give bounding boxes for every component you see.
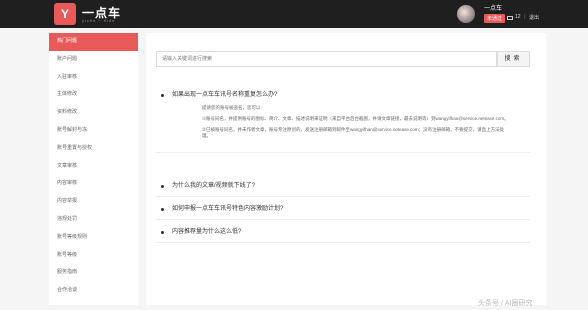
sidebar-item-account[interactable]: 账户问题 (49, 51, 138, 69)
sidebar-item-hot-questions[interactable]: 热门问题 (49, 33, 138, 51)
answer-paragraph: 提请您的账号被盗名，您可以: (202, 105, 262, 110)
mail-icon[interactable] (507, 16, 513, 20)
faq-question[interactable]: 如果出现一点车车讯号名称重复怎么办? (156, 85, 530, 105)
user-avatar[interactable] (457, 5, 475, 23)
sidebar-item-content-review[interactable]: 内容审核 (49, 175, 138, 193)
top-navigation-bar: Y 一点车 yiche ~ 4ide 一点车 未通过 12 | 退出 (0, 0, 588, 28)
sidebar-item-onboarding-review[interactable]: 入驻审核 (49, 69, 138, 87)
faq-item: 如果出现一点车车讯号名称重复怎么办? 提请您的账号被盗名，您可以: ①账号同名，… (156, 85, 530, 154)
sidebar-item-account-unban[interactable]: 账号解封与冻 (49, 122, 138, 140)
user-name[interactable]: 一点车 (484, 3, 502, 12)
faq-item: 内容推荐量为什么这么低? (156, 222, 530, 243)
search-input[interactable] (156, 51, 497, 67)
sidebar-item-account-reset[interactable]: 账号重置与授权 (49, 140, 138, 158)
logo-icon[interactable]: Y (54, 3, 76, 25)
sidebar-item-entity-change[interactable]: 主体修改 (49, 86, 138, 104)
header-separator: | (524, 14, 526, 20)
sidebar-item-cooperation[interactable]: 合作洽谈 (49, 282, 138, 300)
sidebar-item-content-report[interactable]: 内容举报 (49, 193, 138, 211)
faq-question[interactable]: 如何申报一点车车讯号特色内容激励计划? (156, 199, 530, 219)
brand-tagline: yiche ~ 4ide (82, 18, 116, 23)
sidebar-item-profile-change[interactable]: 资料修改 (49, 104, 138, 122)
logout-link[interactable]: 退出 (529, 14, 539, 21)
answer-paragraph: ①账号同名，并提供账号的图标、简介、文章、描述说明来证明（来自平台后台截图，并请… (202, 115, 509, 121)
search-button[interactable]: 搜索 (497, 51, 530, 67)
faq-answer: 提请您的账号被盗名，您可以: ①账号同名，并提供账号的图标、简介、文章、描述说明… (156, 105, 530, 152)
status-badge: 未通过 (484, 14, 506, 23)
faq-content-panel: 搜索 如果出现一点车车讯号名称重复怎么办? 提请您的账号被盗名，您可以: ①账号… (146, 33, 546, 305)
faq-question[interactable]: 为什么我的文章/视频就下线了? (156, 176, 530, 196)
message-count[interactable]: 12 (515, 14, 521, 20)
faq-item: 为什么我的文章/视频就下线了? (156, 176, 530, 197)
watermark: 头条号 / AI圈研究 (478, 300, 533, 307)
sidebar-item-level-rules[interactable]: 账号等级规则 (49, 229, 138, 247)
faq-item: 如何申报一点车车讯号特色内容激励计划? (156, 199, 530, 220)
help-category-sidebar: 热门问题 账户问题 入驻审核 主体修改 资料修改 账号解封与冻 账号重置与授权 … (49, 33, 138, 305)
sidebar-item-article-review[interactable]: 文章审核 (49, 158, 138, 176)
sidebar-item-violation[interactable]: 违规处罚 (49, 211, 138, 229)
faq-question[interactable]: 内容推荐量为什么这么低? (156, 222, 530, 242)
sidebar-item-level[interactable]: 账号等级 (49, 247, 138, 265)
sidebar-item-service-guide[interactable]: 服务指南 (49, 264, 138, 282)
answer-paragraph: ②已被账号同名，并未作者文章，账号专注原创的，发送注册邮箱到邮件至wangyif… (202, 126, 505, 139)
